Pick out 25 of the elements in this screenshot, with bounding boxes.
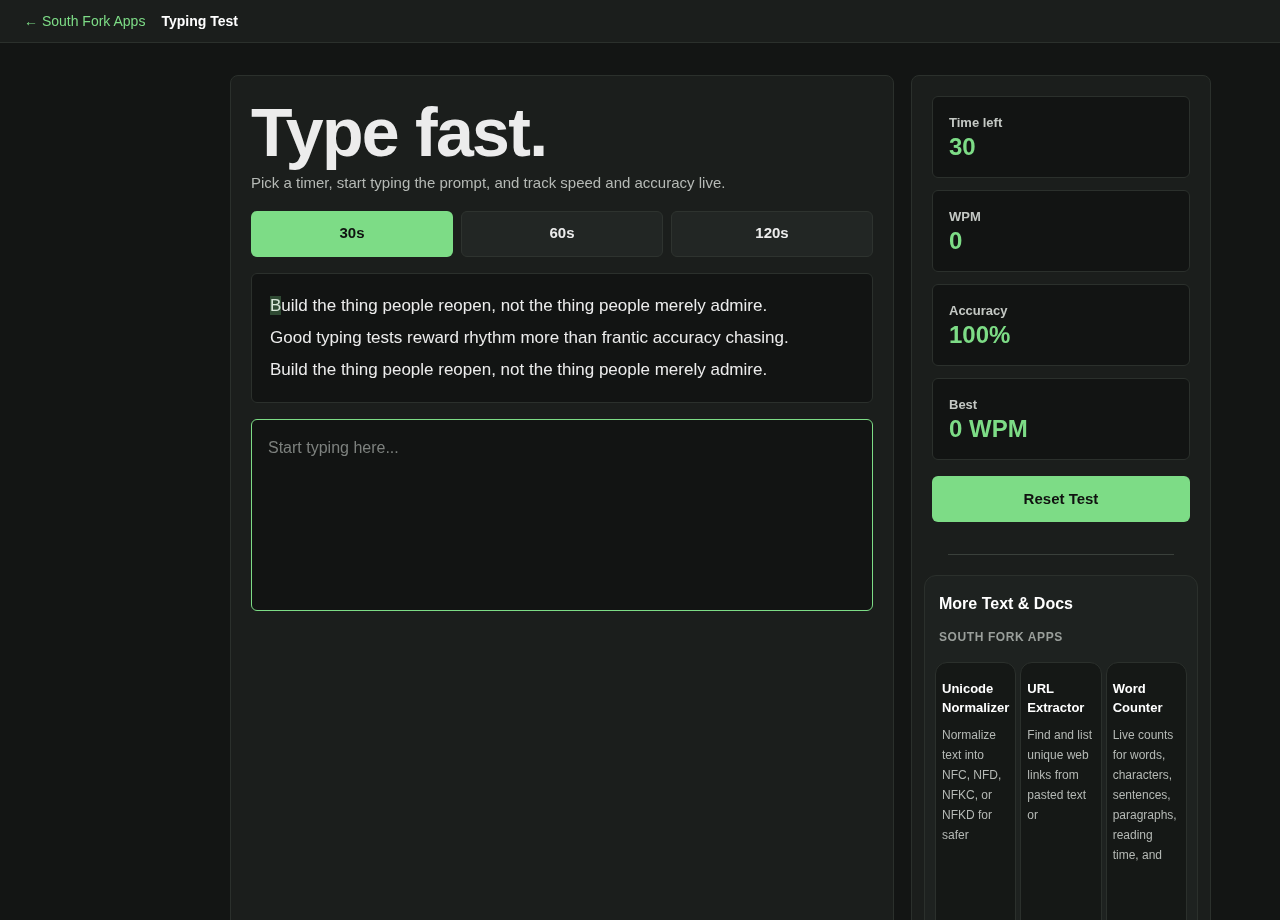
stat-label: Accuracy bbox=[949, 302, 1009, 320]
stat-value: 30 bbox=[949, 132, 977, 161]
timer-tab[interactable]: 120s bbox=[671, 210, 873, 257]
app-tile[interactable]: Word Counter Live counts for words, characters, sentences, paragraphs, reading time, and bbox=[1105, 662, 1187, 920]
stat-value: 100% bbox=[949, 320, 1012, 349]
stat-value: 0 bbox=[949, 226, 964, 255]
subtitle: Pick a timer, start typing the prompt, and track speed and accuracy live. bbox=[251, 173, 727, 193]
related-title: More Text & Docs bbox=[938, 594, 1074, 614]
app-tile[interactable]: URL Extractor Find and list unique web links from pasted text or bbox=[1020, 662, 1102, 920]
app-tile[interactable]: Unicode Normalizer Normalize text into NFC, NFD, NFKC, or NFKD for safer bbox=[935, 662, 1017, 920]
stat-label: Time left bbox=[949, 114, 1004, 132]
reset-button[interactable]: Reset Test bbox=[932, 476, 1190, 522]
back-link[interactable]: ← South Fork Apps bbox=[24, 10, 146, 32]
typing-field[interactable]: Start typing here... bbox=[251, 418, 873, 611]
prompt-line: Good typing tests reward rhythm more than frantic accuracy chasing. bbox=[270, 326, 790, 349]
timer-tab[interactable]: 60s bbox=[461, 210, 663, 257]
heading: Type fast. bbox=[251, 96, 548, 168]
prompt-line: Build the thing people reopen, not the thing people merely admire. bbox=[270, 294, 769, 317]
stat-label: Best bbox=[949, 396, 979, 414]
stat-value: 0 WPM bbox=[949, 414, 1029, 443]
page-title: Typing Test bbox=[161, 11, 238, 31]
related-subtitle: SOUTH FORK APPS bbox=[938, 629, 1064, 646]
prompt-line: Build the thing people reopen, not the thing people merely admire. bbox=[270, 358, 769, 381]
timer-tab[interactable]: 30s bbox=[251, 210, 453, 257]
stat-label: WPM bbox=[949, 208, 982, 226]
